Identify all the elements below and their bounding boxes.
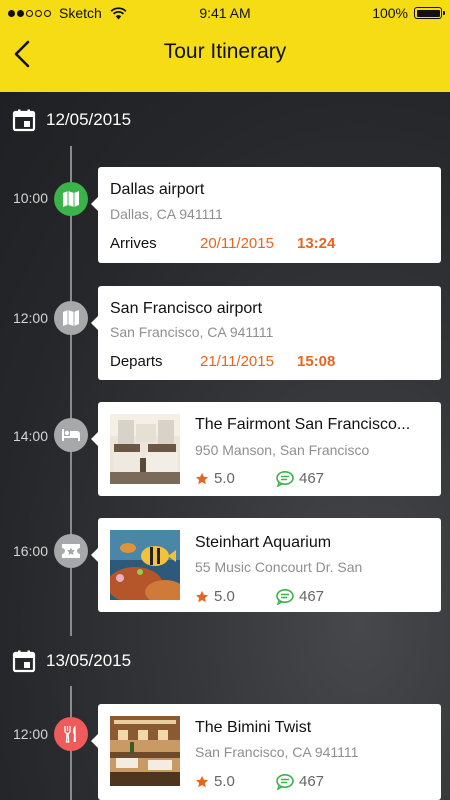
itinerary-card[interactable]: The Fairmont San Francisco... 950 Manson…: [91, 402, 441, 496]
rating: 5.0: [195, 773, 235, 790]
place-title: The Fairmont San Francisco...: [195, 416, 411, 433]
itinerary-card[interactable]: The Bimini Twist San Francisco, CA 94111…: [91, 704, 441, 800]
date-header-day-2: 13/05/2015: [12, 649, 131, 673]
page-title: Tour Itinerary: [163, 40, 287, 63]
reviews-count: 467: [299, 773, 325, 790]
status-label: Arrives: [110, 235, 157, 252]
timeline-node: [54, 418, 88, 452]
status-bar: Sketch 9:41 AM 100%: [0, 0, 450, 26]
date-header-day-1: 12/05/2015: [12, 108, 131, 132]
place-title: Steinhart Aquarium: [195, 534, 332, 551]
place-address: 55 Music Concourt Dr. San: [195, 559, 363, 575]
rating-value: 5.0: [214, 773, 235, 790]
status-right: 100%: [372, 5, 445, 21]
hotel-thumbnail: [110, 414, 180, 484]
comment-icon: [276, 773, 294, 790]
place-title: Dallas airport: [110, 181, 205, 198]
map-icon: [63, 310, 79, 326]
reviews[interactable]: 467: [276, 470, 324, 487]
star-icon: [195, 590, 209, 602]
comment-icon: [276, 470, 294, 487]
battery-icon: [414, 7, 445, 19]
status-date: 20/11/2015: [200, 235, 274, 252]
itinerary-card[interactable]: San Francisco airport San Francisco, CA …: [91, 286, 441, 380]
timeline-node: [54, 301, 88, 335]
reviews-count: 467: [299, 588, 325, 605]
app-header: Sketch 9:41 AM 100% Tour Itinerary: [0, 0, 450, 92]
restaurant-thumbnail: [110, 716, 180, 786]
bed-icon: [62, 429, 80, 441]
date-label: 12/05/2015: [46, 110, 132, 129]
reviews[interactable]: 467: [276, 773, 324, 790]
timeline-node: [54, 182, 88, 216]
comment-icon: [276, 588, 294, 605]
timeline-node: [54, 534, 88, 568]
itinerary-card[interactable]: Steinhart Aquarium 55 Music Concourt Dr.…: [91, 518, 441, 612]
timeline-node: [54, 717, 88, 751]
status-time: 13:24: [297, 235, 336, 252]
rating: 5.0: [195, 588, 235, 605]
place-address: Dallas, CA 941111: [110, 206, 223, 222]
calendar-icon: [12, 650, 36, 673]
time-label: 10:00: [12, 190, 48, 206]
battery-percent: 100%: [372, 5, 408, 21]
place-title: The Bimini Twist: [195, 719, 312, 736]
reviews-count: 467: [299, 470, 325, 487]
ticket-icon: [62, 544, 80, 558]
utensils-icon: [64, 726, 76, 743]
status-label: Departs: [110, 353, 163, 370]
star-icon: [195, 775, 209, 787]
status-time: 15:08: [297, 353, 336, 370]
star-icon: [195, 472, 209, 484]
aquarium-thumbnail: [110, 530, 180, 600]
rating-value: 5.0: [214, 470, 235, 487]
time-label: 14:00: [12, 428, 48, 444]
time-label: 12:00: [12, 310, 48, 326]
place-address: 950 Manson, San Francisco: [195, 442, 370, 458]
place-title: San Francisco airport: [110, 300, 263, 317]
itinerary-card[interactable]: Dallas airport Dallas, CA 941111 Arrives…: [91, 167, 441, 263]
rating-value: 5.0: [214, 588, 235, 605]
calendar-icon: [12, 109, 36, 132]
map-icon: [63, 191, 79, 207]
rating: 5.0: [195, 470, 235, 487]
time-label: 16:00: [12, 543, 48, 559]
reviews[interactable]: 467: [276, 588, 324, 605]
date-label: 13/05/2015: [46, 651, 132, 670]
time-label: 12:00: [12, 726, 48, 742]
place-address: San Francisco, CA 941111: [110, 324, 274, 340]
status-date: 21/11/2015: [200, 353, 274, 370]
place-address: San Francisco, CA 941111: [195, 744, 359, 760]
